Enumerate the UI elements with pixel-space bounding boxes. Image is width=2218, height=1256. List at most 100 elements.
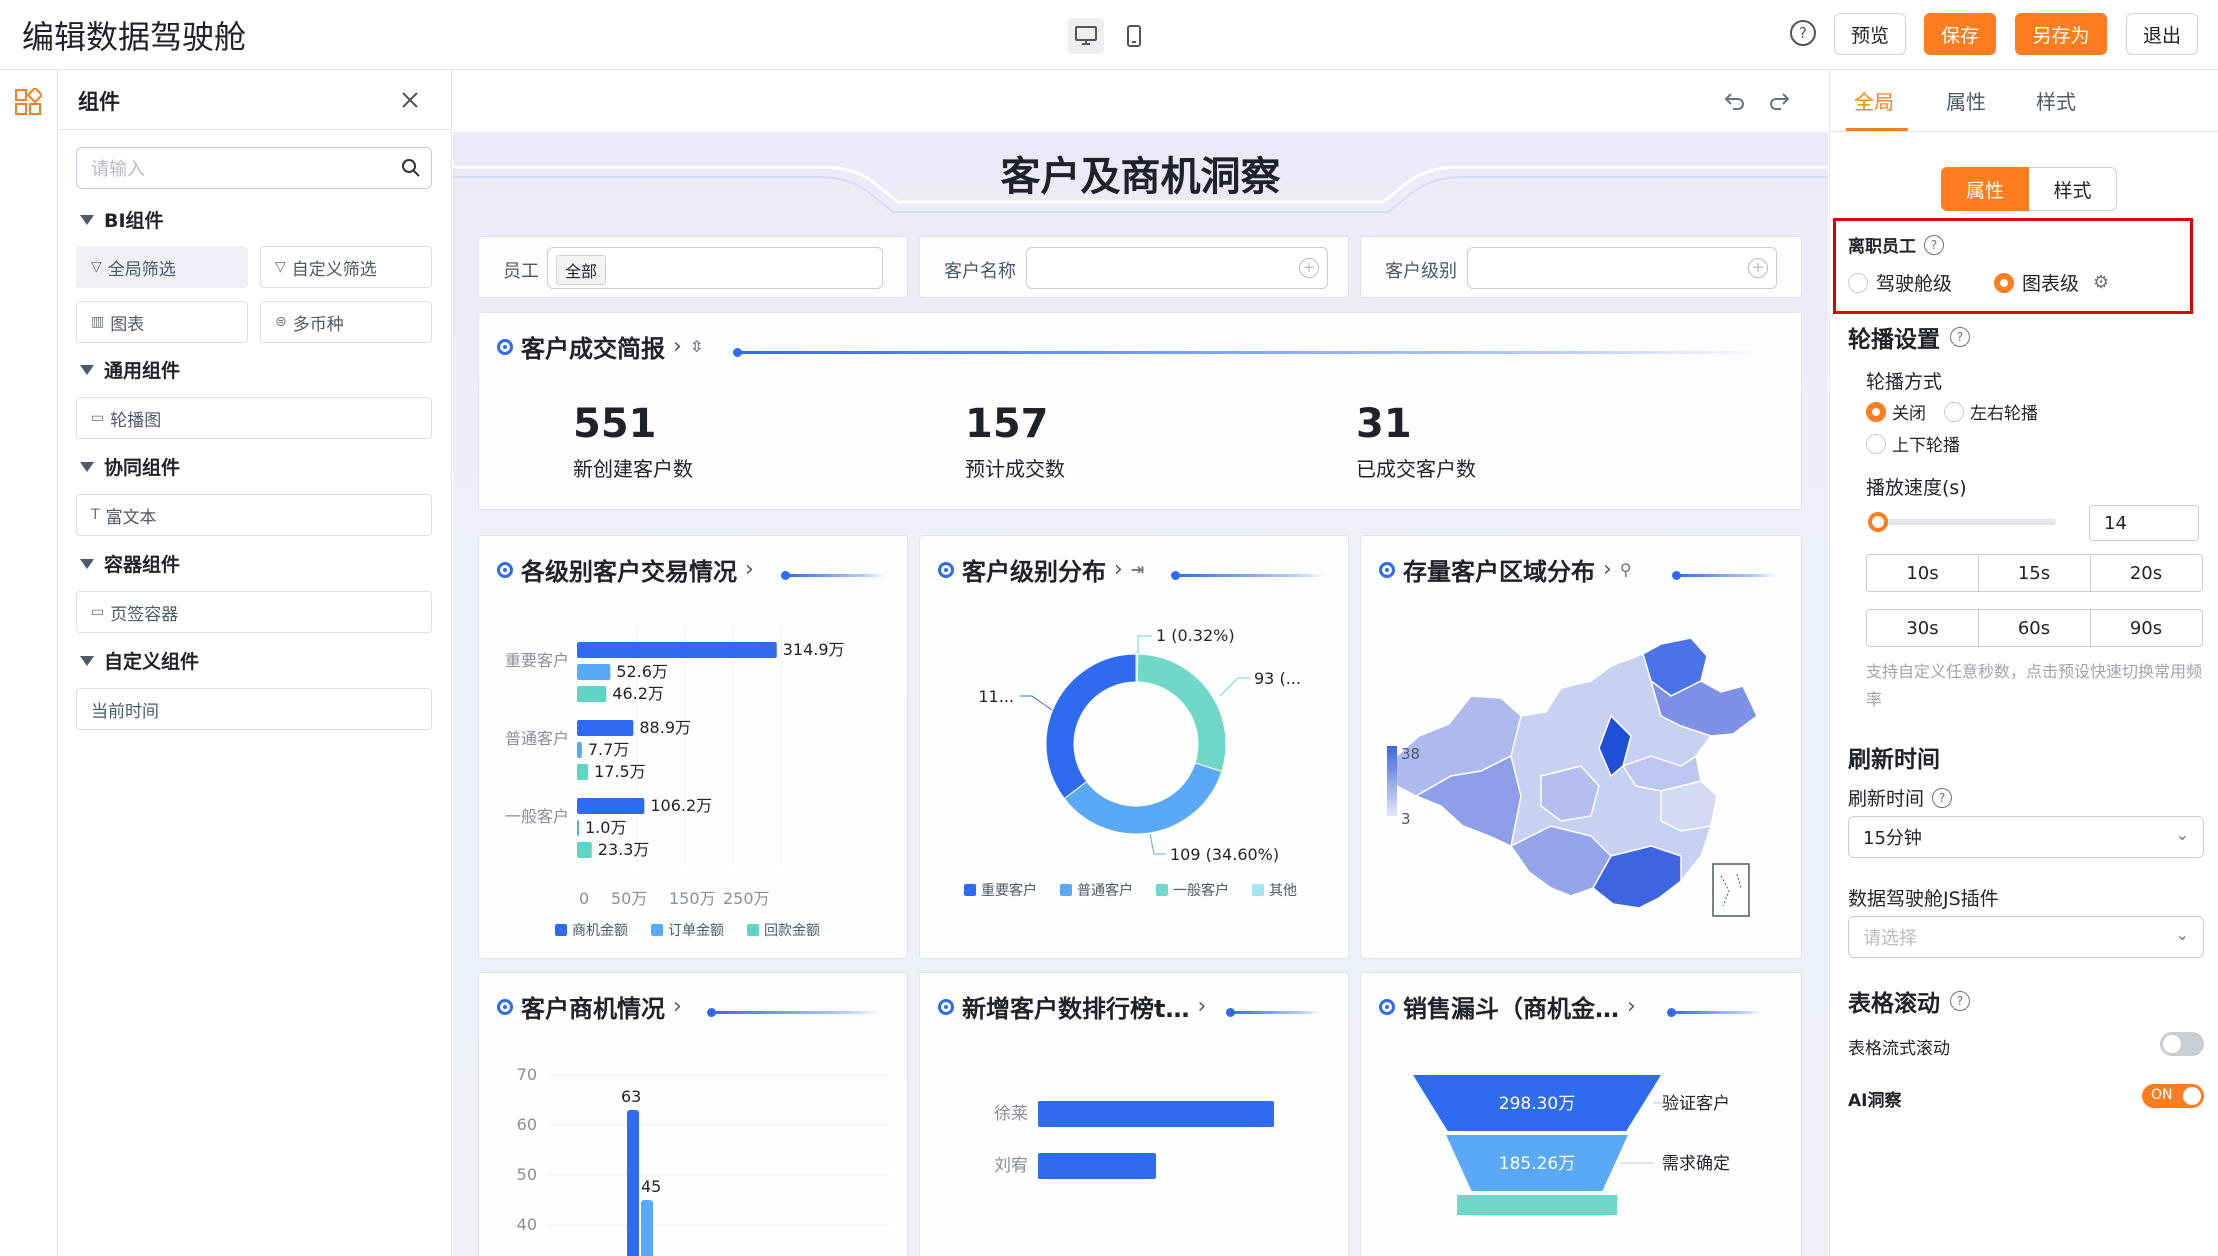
item-tab-container[interactable]: ▭ 页签容器 (76, 591, 432, 633)
tab-style[interactable]: 样式 (2036, 86, 2076, 115)
toggle-knob (2183, 1087, 2201, 1105)
export-icon[interactable]: ⇥ (1131, 560, 1144, 579)
segment-style[interactable]: 样式 (2029, 167, 2117, 211)
stage-label: 验证客户 (1662, 1094, 1730, 1114)
tick-label: 150万 (669, 889, 716, 908)
item-multi-currency[interactable]: ⊜ 多币种 (260, 301, 432, 343)
filter-tag[interactable]: 全部 (556, 255, 607, 285)
props-tabs: 全局 属性 样式 (1830, 70, 2218, 132)
preset-15s[interactable]: 15s (1978, 554, 2091, 592)
carousel-icon: ▭ (91, 410, 105, 426)
region-distribution-card[interactable]: 存量客户区域分布 › ⚲ 38 3 (1360, 535, 1802, 959)
tab-global[interactable]: 全局 (1854, 86, 1894, 115)
add-icon[interactable]: + (1299, 258, 1319, 278)
chevron-right-icon[interactable]: › (1627, 994, 1636, 1019)
preset-60s[interactable]: 60s (1978, 609, 2091, 647)
customer-level-select[interactable]: + (1467, 247, 1777, 289)
drill-icon[interactable]: ⇳ (690, 337, 703, 356)
chevron-right-icon[interactable]: › (673, 334, 682, 359)
ai-insight-toggle[interactable]: ON (2142, 1084, 2204, 1108)
new-customer-ranking-card[interactable]: 新增客户数排行榜t… › 徐莱 刘宥 (919, 972, 1349, 1256)
caret-down-icon (80, 364, 94, 375)
speed-input[interactable]: 14 (2089, 505, 2199, 541)
preset-10s[interactable]: 10s (1866, 554, 1979, 592)
component-search-input[interactable]: 请输入 (76, 147, 432, 189)
help-icon[interactable]: ? (1950, 991, 1970, 1011)
caret-down-icon (80, 214, 94, 225)
tab-properties[interactable]: 属性 (1946, 86, 1986, 115)
customer-name-select[interactable]: + (1026, 247, 1328, 289)
help-icon[interactable]: ? (1932, 787, 1953, 808)
save-as-button[interactable]: 另存为 (2015, 13, 2107, 55)
chevron-right-icon[interactable]: › (1114, 557, 1123, 582)
slice (1045, 653, 1137, 800)
refresh-interval-select[interactable]: 15分钟 ⌄ (1848, 816, 2204, 858)
kpi-label: 新创建客户数 (573, 457, 693, 481)
preset-30s[interactable]: 30s (1866, 609, 1979, 647)
redo-icon[interactable] (1767, 90, 1791, 112)
kpi-label: 预计成交数 (965, 457, 1065, 481)
add-icon[interactable]: + (1748, 258, 1768, 278)
chevron-right-icon[interactable]: › (1197, 994, 1206, 1019)
preview-button[interactable]: 预览 (1834, 13, 1906, 55)
chevron-right-icon[interactable]: › (1603, 557, 1612, 582)
data-label: 23.3万 (598, 840, 650, 859)
item-current-time[interactable]: 当前时间 (76, 688, 432, 730)
help-icon[interactable]: ? (1924, 234, 1944, 255)
radio-carousel-off[interactable]: 关闭 (1866, 399, 1926, 424)
item-custom-filter[interactable]: ▽ 自定义筛选 (260, 246, 432, 288)
employee-select[interactable]: 全部 (547, 247, 883, 289)
preset-90s[interactable]: 90s (2090, 609, 2203, 647)
save-button[interactable]: 保存 (1924, 13, 1996, 55)
legend-label: 其他 (1269, 883, 1297, 899)
radio-label: 左右轮播 (1970, 404, 2038, 424)
item-carousel[interactable]: ▭ 轮播图 (76, 397, 432, 439)
left-rail (0, 70, 58, 1256)
group-custom[interactable]: 自定义组件 (80, 647, 199, 674)
close-icon[interactable] (400, 90, 420, 110)
category-label: 重要客户 (505, 651, 569, 670)
sales-funnel-card[interactable]: 销售漏斗（商机金… › 298.30万 验证客户 185.26万 需求确定 (1360, 972, 1802, 1256)
carousel-heading: 轮播设置? (1848, 320, 1970, 354)
filter-employee: 员工 全部 (478, 236, 908, 298)
help-icon[interactable]: ? (1790, 20, 1816, 46)
trade-by-level-card[interactable]: 各级别客户交易情况 › 重要客户 314.9万 52.6万 46.2万 普通客户 88.9… (478, 535, 908, 959)
item-global-filter[interactable]: ▽ 全局筛选 (76, 246, 248, 288)
location-icon[interactable]: ⚲ (1620, 560, 1632, 579)
data-label: 298.30万 (1499, 1094, 1575, 1114)
settings-icon[interactable]: ⚙ (2093, 272, 2109, 293)
desktop-view-button[interactable] (1068, 18, 1104, 54)
filter-customer-name: 客户名称 + (919, 236, 1349, 298)
group-container[interactable]: 容器组件 (80, 550, 180, 577)
undo-icon[interactable] (1723, 90, 1747, 112)
radio-chart-level[interactable]: 图表级 ⚙ (1994, 269, 2109, 296)
components-panel-header: 组件 (58, 70, 451, 130)
chevron-right-icon[interactable]: › (745, 557, 754, 582)
item-chart[interactable]: ▥ 图表 (76, 301, 248, 343)
speed-slider-handle[interactable] (1868, 512, 1888, 532)
item-rich-text[interactable]: T 富文本 (76, 494, 432, 536)
title-decoration-line (1226, 1008, 1320, 1017)
group-bi[interactable]: BI组件 (80, 206, 164, 233)
plugin-select[interactable]: 请选择 ⌄ (1848, 916, 2204, 958)
customer-opportunity-card[interactable]: 客户商机情况 › 70 60 50 40 63 45 (478, 972, 908, 1256)
components-icon[interactable] (14, 88, 42, 116)
group-general[interactable]: 通用组件 (80, 356, 180, 383)
customer-level-card[interactable]: 客户级别分布 › ⇥ 1 (0.32%) 93 (... 109 (34.60%) 1… (919, 535, 1349, 959)
radio-label: 上下轮播 (1892, 436, 1960, 456)
radio-carousel-vertical[interactable]: 上下轮播 (1866, 431, 1960, 456)
group-collab[interactable]: 协同组件 (80, 453, 180, 480)
table-scroll-toggle[interactable] (2160, 1032, 2204, 1056)
help-icon[interactable]: ? (1950, 327, 1970, 347)
data-label: 314.9万 (783, 640, 845, 659)
exit-button[interactable]: 退出 (2126, 13, 2198, 55)
segment-properties[interactable]: 属性 (1941, 167, 2029, 211)
customer-brief-card[interactable]: 客户成交简报 › ⇳ 551 新创建客户数 157 预计成交数 31 已成交客户… (478, 312, 1802, 510)
china-map[interactable]: 38 3 (1361, 626, 1803, 956)
chevron-right-icon[interactable]: › (673, 994, 682, 1019)
speed-slider-track[interactable] (1874, 519, 2056, 525)
radio-carousel-horizontal[interactable]: 左右轮播 (1944, 399, 2038, 424)
preset-20s[interactable]: 20s (2090, 554, 2203, 592)
radio-cockpit-level[interactable]: 驾驶舱级 (1848, 269, 1952, 296)
mobile-view-button[interactable] (1116, 18, 1152, 54)
